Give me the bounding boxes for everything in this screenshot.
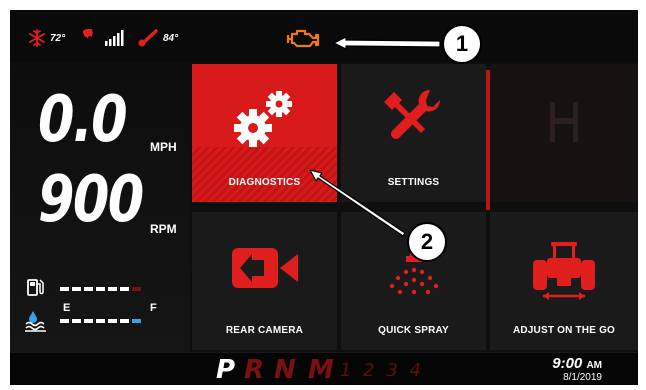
rear-camera-icon (192, 246, 337, 290)
tractor-icon (490, 238, 638, 304)
snowflake-icon (28, 29, 46, 47)
gauge-panel: 0.0 MPH 900 RPM E F (10, 62, 190, 352)
rpm-readout: 900 (38, 163, 144, 237)
hitch-icon (490, 98, 638, 148)
level-segment (120, 287, 129, 291)
def-level-bar (60, 319, 141, 323)
thermometer-icon (138, 29, 160, 47)
clock-time: 9:00 AM (552, 355, 602, 372)
sub-gears: 1 2 3 4 (340, 360, 424, 381)
gear-manual: M (308, 355, 334, 385)
time-value: 9:00 (552, 355, 583, 372)
rear-camera-label: REAR CAMERA (225, 325, 304, 336)
settings-label: SETTINGS (387, 177, 440, 188)
def-empty-label: E (63, 302, 71, 314)
level-segment (96, 319, 105, 323)
level-segment (108, 319, 117, 323)
date-value: 8/1/2019 (563, 372, 602, 383)
gear-park: P (216, 355, 236, 385)
fuel-level-bar (60, 287, 141, 291)
check-engine-icon[interactable] (286, 27, 322, 54)
level-segment (132, 319, 141, 323)
fan-icon (80, 29, 100, 47)
def-full-label: F (150, 302, 157, 314)
tractor-display: 72° 84° 0.0 MPH 900 RPM E F DIAGNOSTICS … (10, 10, 638, 385)
level-segment (84, 287, 93, 291)
gear-neutral: N (274, 355, 296, 385)
level-segment (72, 287, 81, 291)
settings-tile[interactable]: SETTINGS (341, 64, 486, 202)
fan-status (80, 29, 100, 47)
cab-temp-value: 72° (50, 32, 66, 44)
signal-bars-icon (104, 29, 124, 47)
gears-icon (192, 84, 337, 154)
am-pm: AM (586, 360, 602, 371)
level-segment (84, 319, 93, 323)
level-segment (60, 319, 69, 323)
disabled-tile (490, 64, 638, 202)
adjust-on-the-go-label: ADJUST ON THE GO (512, 325, 616, 336)
level-segment (96, 287, 105, 291)
speed-readout: 0.0 (38, 83, 128, 157)
level-segment (60, 287, 69, 291)
rear-camera-tile[interactable]: REAR CAMERA (192, 212, 337, 350)
diagnostics-label: DIAGNOSTICS (228, 177, 301, 188)
coolant-temp-value: 84° (163, 32, 179, 44)
wrench-screwdriver-icon (341, 86, 486, 146)
coolant-temp-status: 84° (138, 29, 178, 47)
level-segment (108, 287, 117, 291)
menu-grid: DIAGNOSTICS SETTINGS REAR CAMERA QUICK S… (190, 62, 638, 352)
callout-2: 2 (407, 222, 447, 262)
rpm-unit: RPM (150, 222, 177, 236)
gear-reverse: R (244, 355, 265, 385)
level-segment (120, 319, 129, 323)
def-fluid-icon (24, 310, 48, 337)
cab-temp-status: 72° (28, 29, 65, 47)
callout-1: 1 (442, 24, 482, 64)
quick-spray-label: QUICK SPRAY (378, 325, 449, 336)
status-bar: 72° 84° (10, 10, 638, 62)
level-segment (72, 319, 81, 323)
transmission-bar: P R N M 1 2 3 4 9:00 AM 8/1/2019 (10, 352, 638, 385)
level-segment (132, 287, 141, 291)
adjust-on-the-go-tile[interactable]: ADJUST ON THE GO (490, 212, 638, 350)
speed-unit: MPH (150, 140, 177, 154)
diagnostics-tile[interactable]: DIAGNOSTICS (192, 64, 337, 202)
fuel-pump-icon (26, 277, 44, 302)
tile-divider-accent (486, 70, 490, 210)
